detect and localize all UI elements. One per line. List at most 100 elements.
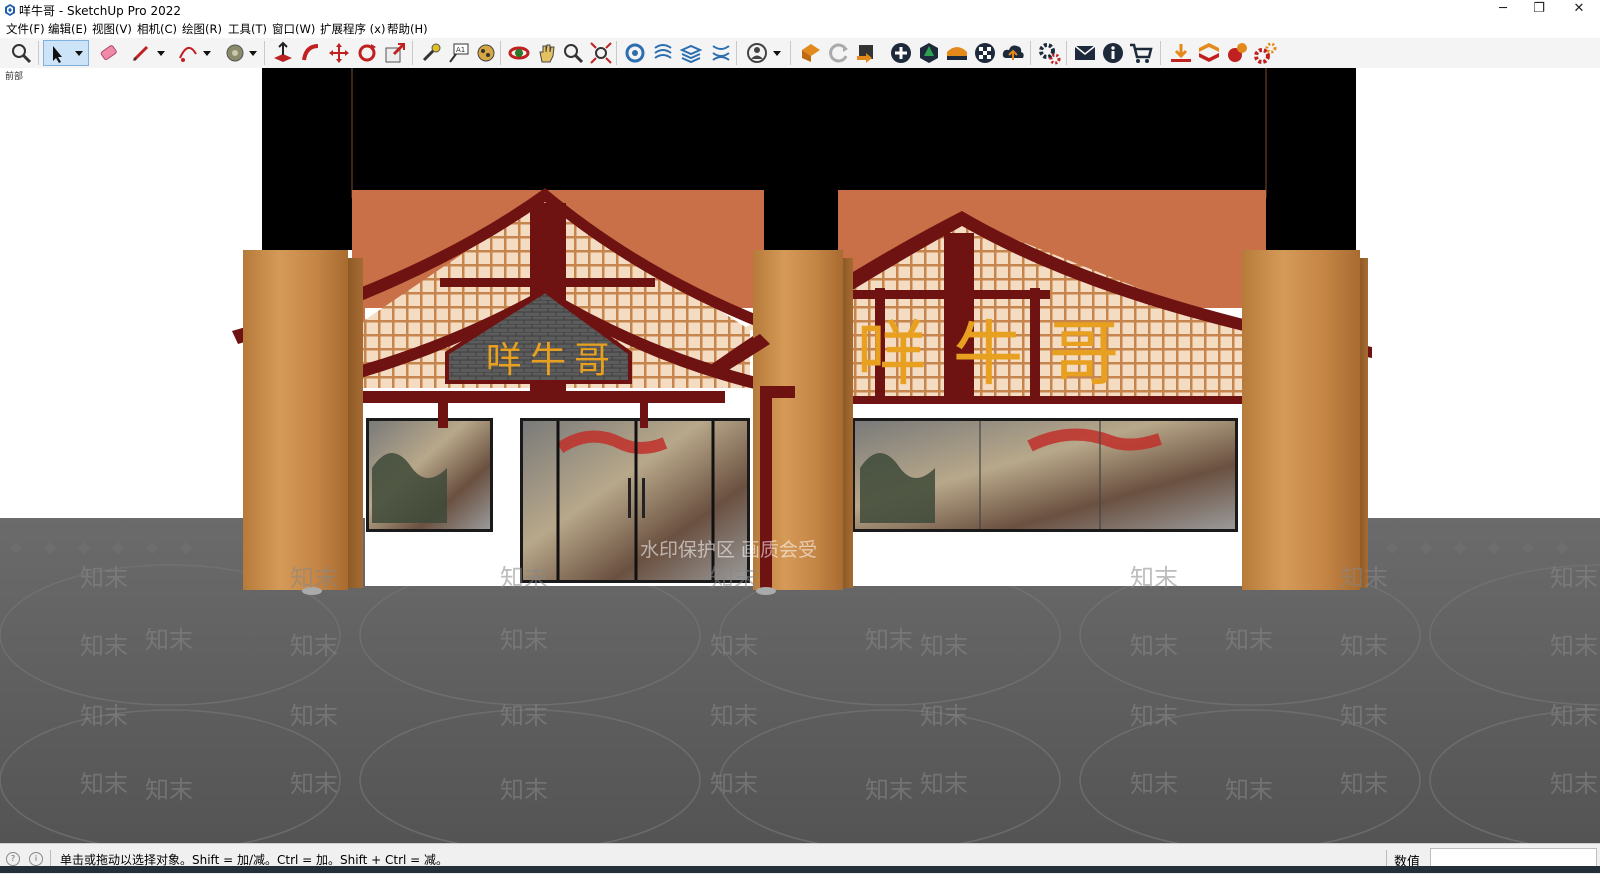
select-dropdown[interactable] — [72, 40, 86, 66]
svg-text:知末: 知末 — [80, 702, 128, 730]
svg-text:知末: 知末 — [1340, 564, 1388, 592]
gradient-icon[interactable] — [944, 40, 970, 66]
model-viewport[interactable]: 咩牛哥 咩牛哥 知末 知末 知末 知末 知末 知末 知末 知末 知末 知末 知末… — [0, 68, 1600, 843]
svg-text:知末: 知末 — [500, 626, 548, 654]
svg-text:知末: 知末 — [1340, 770, 1388, 798]
follow-me-icon[interactable] — [298, 40, 324, 66]
pencil-dropdown[interactable] — [154, 40, 168, 66]
menu-draw[interactable]: 绘图(R) — [182, 21, 222, 37]
bookmark-icon[interactable] — [1196, 40, 1222, 66]
pencil-icon[interactable] — [128, 40, 154, 66]
watermark-banner: 水印保护区 画质会受 — [640, 539, 817, 561]
svg-text:知末: 知末 — [1225, 776, 1273, 804]
window-title: 咩牛哥 - SketchUp Pro 2022 — [19, 4, 181, 18]
refresh-icon[interactable] — [826, 40, 852, 66]
eraser-icon[interactable] — [96, 40, 122, 66]
settings-icon[interactable] — [1036, 40, 1062, 66]
svg-text:知末: 知末 — [500, 702, 548, 730]
rotate-icon[interactable] — [354, 40, 380, 66]
svg-text:A1: A1 — [456, 46, 465, 54]
menu-edit[interactable]: 编辑(E) — [48, 21, 87, 37]
sign-text-right: 咩牛哥 — [857, 313, 1145, 395]
menu-bar: 文件(F) 编辑(E) 视图(V) 相机(C) 绘图(R) 工具(T) 窗口(W… — [0, 20, 1600, 38]
scene-tab-label[interactable]: 前部 — [5, 69, 23, 82]
svg-text:知末: 知末 — [145, 776, 193, 804]
svg-text:知末: 知末 — [710, 564, 758, 592]
measurements-input[interactable] — [1430, 848, 1597, 868]
svg-text:知末: 知末 — [1550, 702, 1598, 730]
layers-icon[interactable] — [678, 40, 704, 66]
text-icon[interactable]: A1 — [446, 40, 472, 66]
menu-extensions[interactable]: 扩展程序 (x) — [320, 21, 385, 37]
materials-icon[interactable] — [650, 40, 676, 66]
extension-icon[interactable] — [854, 40, 880, 66]
wood-column-left — [243, 250, 363, 590]
menu-camera[interactable]: 相机(C) — [137, 21, 177, 37]
menu-tools[interactable]: 工具(T) — [228, 21, 267, 37]
title-bar: 咩牛哥 - SketchUp Pro 2022 ─ ❐ ✕ — [0, 0, 1600, 20]
svg-text:知末: 知末 — [1550, 564, 1598, 592]
push-pull-icon[interactable] — [270, 40, 296, 66]
warehouse-icon[interactable] — [798, 40, 824, 66]
cart-icon[interactable] — [1128, 40, 1154, 66]
paint-icon[interactable] — [472, 40, 498, 66]
sketchup-app-icon — [5, 4, 15, 16]
svg-text:知末: 知末 — [1130, 770, 1178, 798]
arc-icon[interactable] — [175, 40, 201, 66]
zoom-window-icon[interactable] — [560, 40, 586, 66]
wood-column-right — [1242, 250, 1368, 590]
components-icon[interactable] — [622, 40, 648, 66]
account-dropdown[interactable] — [770, 40, 784, 66]
menu-file[interactable]: 文件(F) — [6, 21, 45, 37]
add-icon[interactable] — [888, 40, 914, 66]
download-icon[interactable] — [1168, 40, 1194, 66]
svg-text:知末: 知末 — [500, 564, 548, 592]
cloud-upload-icon[interactable] — [1000, 40, 1026, 66]
svg-text:知末: 知末 — [1130, 702, 1178, 730]
svg-text:知末: 知末 — [290, 564, 338, 592]
svg-text:知末: 知末 — [710, 770, 758, 798]
svg-text:知末: 知末 — [1340, 702, 1388, 730]
info-icon[interactable] — [1100, 40, 1126, 66]
svg-text:知末: 知末 — [920, 632, 968, 660]
pan-icon[interactable] — [534, 40, 560, 66]
checker-icon[interactable] — [972, 40, 998, 66]
menu-help[interactable]: 帮助(H) — [387, 21, 428, 37]
svg-text:知末: 知末 — [710, 632, 758, 660]
sign-text-left: 咩牛哥 — [486, 340, 618, 381]
arc-dropdown[interactable] — [200, 40, 214, 66]
svg-text:知末: 知末 — [1550, 632, 1598, 660]
zoom-extents-icon[interactable] — [588, 40, 614, 66]
svg-text:知末: 知末 — [290, 702, 338, 730]
svg-text:知末: 知末 — [1550, 770, 1598, 798]
svg-text:知末: 知末 — [1225, 626, 1273, 654]
close-button[interactable]: ✕ — [1556, 0, 1600, 20]
paint-bucket-icon[interactable] — [222, 40, 248, 66]
move-icon[interactable] — [326, 40, 352, 66]
svg-text:知末: 知末 — [80, 770, 128, 798]
tape-measure-icon[interactable] — [418, 40, 444, 66]
geo-location-icon[interactable]: ? — [6, 852, 20, 866]
orbit-icon[interactable] — [506, 40, 532, 66]
svg-text:知末: 知末 — [1130, 632, 1178, 660]
svg-text:知末: 知末 — [80, 564, 128, 592]
tool-dropdown[interactable] — [246, 40, 260, 66]
svg-text:知末: 知末 — [145, 626, 193, 654]
taskbar-strip — [0, 866, 1600, 873]
svg-text:知末: 知末 — [1340, 632, 1388, 660]
gear-plugin-icon[interactable] — [1252, 40, 1278, 66]
svg-text:知末: 知末 — [920, 702, 968, 730]
tree-icon[interactable] — [916, 40, 942, 66]
account-icon[interactable] — [744, 40, 770, 66]
styles-icon[interactable] — [708, 40, 734, 66]
svg-text:知末: 知末 — [920, 770, 968, 798]
menu-window[interactable]: 窗口(W) — [272, 21, 315, 37]
menu-view[interactable]: 视图(V) — [92, 21, 132, 37]
storefront-model: 咩牛哥 咩牛哥 知末 知末 知末 知末 知末 知末 知末 知末 知末 知末 知末… — [0, 68, 1600, 843]
svg-text:知末: 知末 — [290, 632, 338, 660]
zoom-icon[interactable] — [8, 40, 34, 66]
plugin-icon[interactable] — [1224, 40, 1250, 66]
mail-icon[interactable] — [1072, 40, 1098, 66]
scale-icon[interactable] — [382, 40, 408, 66]
info-status-icon[interactable]: i — [29, 852, 43, 866]
